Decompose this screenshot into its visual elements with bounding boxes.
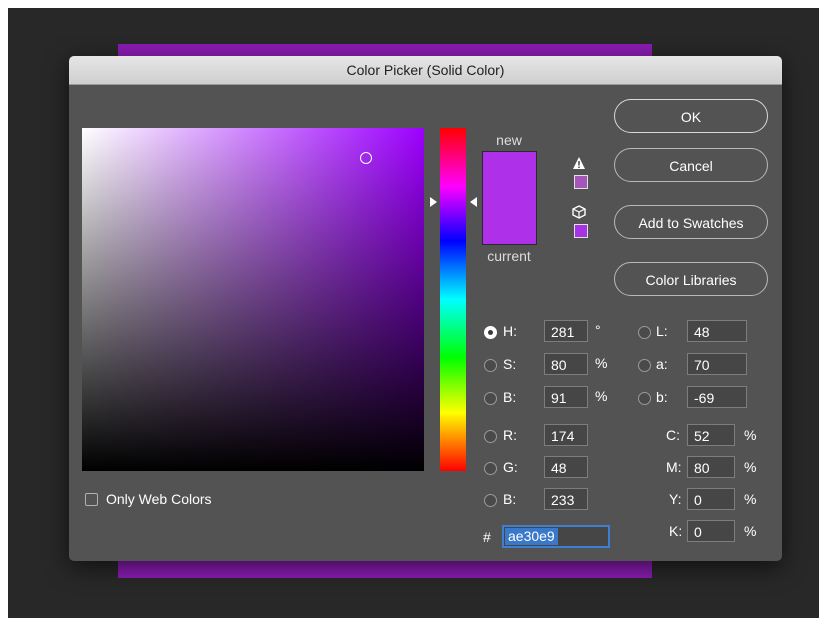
lab-l-radio[interactable] xyxy=(638,326,651,339)
cyan-unit: % xyxy=(744,427,757,443)
cyan-label: C: xyxy=(666,427,680,443)
green-label: G: xyxy=(503,459,518,475)
black-label: K: xyxy=(669,523,683,539)
color-comparison-swatch xyxy=(482,151,537,245)
color-field[interactable] xyxy=(82,128,424,471)
brightness-unit: % xyxy=(595,388,608,404)
color-field-marker[interactable] xyxy=(360,152,372,164)
magenta-unit: % xyxy=(744,459,757,475)
hue-slider[interactable] xyxy=(440,128,466,471)
hue-label: H: xyxy=(503,323,517,339)
current-color-swatch[interactable] xyxy=(483,198,536,244)
saturation-radio[interactable] xyxy=(484,359,497,372)
lab-l-field[interactable]: 48 xyxy=(687,320,747,342)
magenta-field[interactable]: 80 xyxy=(687,456,735,478)
green-radio[interactable] xyxy=(484,462,497,475)
cube-icon[interactable] xyxy=(572,205,586,219)
lab-a-field[interactable]: 70 xyxy=(687,353,747,375)
dialog-title: Color Picker (Solid Color) xyxy=(69,56,782,85)
hex-field[interactable]: ae30e9 xyxy=(502,525,610,548)
hue-slider-left-arrow-icon[interactable] xyxy=(430,197,437,207)
new-color-label: new xyxy=(496,132,522,148)
color-picker-dialog: Color Picker (Solid Color) new current O… xyxy=(69,56,782,561)
yellow-field[interactable]: 0 xyxy=(687,488,735,510)
lab-l-label: L: xyxy=(656,323,668,339)
cyan-field[interactable]: 52 xyxy=(687,424,735,446)
hex-prefix-label: # xyxy=(483,529,491,545)
yellow-label: Y: xyxy=(669,491,682,507)
black-field[interactable]: 0 xyxy=(687,520,735,542)
web-safe-color-chip[interactable] xyxy=(574,224,588,238)
warning-triangle-icon[interactable] xyxy=(572,156,586,170)
lab-a-radio[interactable] xyxy=(638,359,651,372)
blue-label: B: xyxy=(503,491,517,507)
brightness-label: B: xyxy=(503,389,517,405)
lab-a-label: a: xyxy=(656,356,668,372)
cancel-button[interactable]: Cancel xyxy=(614,148,768,182)
new-color-swatch xyxy=(483,152,536,198)
lab-b-label: b: xyxy=(656,389,668,405)
ok-button[interactable]: OK xyxy=(614,99,768,133)
lab-b-field[interactable]: -69 xyxy=(687,386,747,408)
only-web-colors-checkbox[interactable] xyxy=(85,493,98,506)
red-radio[interactable] xyxy=(484,430,497,443)
only-web-colors-label[interactable]: Only Web Colors xyxy=(106,491,212,507)
color-libraries-button[interactable]: Color Libraries xyxy=(614,262,768,296)
out-of-gamut-color-chip[interactable] xyxy=(574,175,588,189)
add-to-swatches-button[interactable]: Add to Swatches xyxy=(614,205,768,239)
hue-radio[interactable] xyxy=(484,326,497,339)
hex-value-selection[interactable]: ae30e9 xyxy=(505,528,558,545)
saturation-unit: % xyxy=(595,355,608,371)
red-field[interactable]: 174 xyxy=(544,424,588,446)
saturation-label: S: xyxy=(503,356,517,372)
current-color-label: current xyxy=(487,248,531,264)
lab-b-radio[interactable] xyxy=(638,392,651,405)
magenta-label: M: xyxy=(666,459,682,475)
hue-unit: ° xyxy=(595,322,601,338)
saturation-field[interactable]: 80 xyxy=(544,353,588,375)
black-unit: % xyxy=(744,523,757,539)
blue-field[interactable]: 233 xyxy=(544,488,588,510)
brightness-radio[interactable] xyxy=(484,392,497,405)
green-field[interactable]: 48 xyxy=(544,456,588,478)
red-label: R: xyxy=(503,427,517,443)
brightness-field[interactable]: 91 xyxy=(544,386,588,408)
yellow-unit: % xyxy=(744,491,757,507)
blue-radio[interactable] xyxy=(484,494,497,507)
hue-field[interactable]: 281 xyxy=(544,320,588,342)
hue-slider-right-arrow-icon[interactable] xyxy=(470,197,477,207)
